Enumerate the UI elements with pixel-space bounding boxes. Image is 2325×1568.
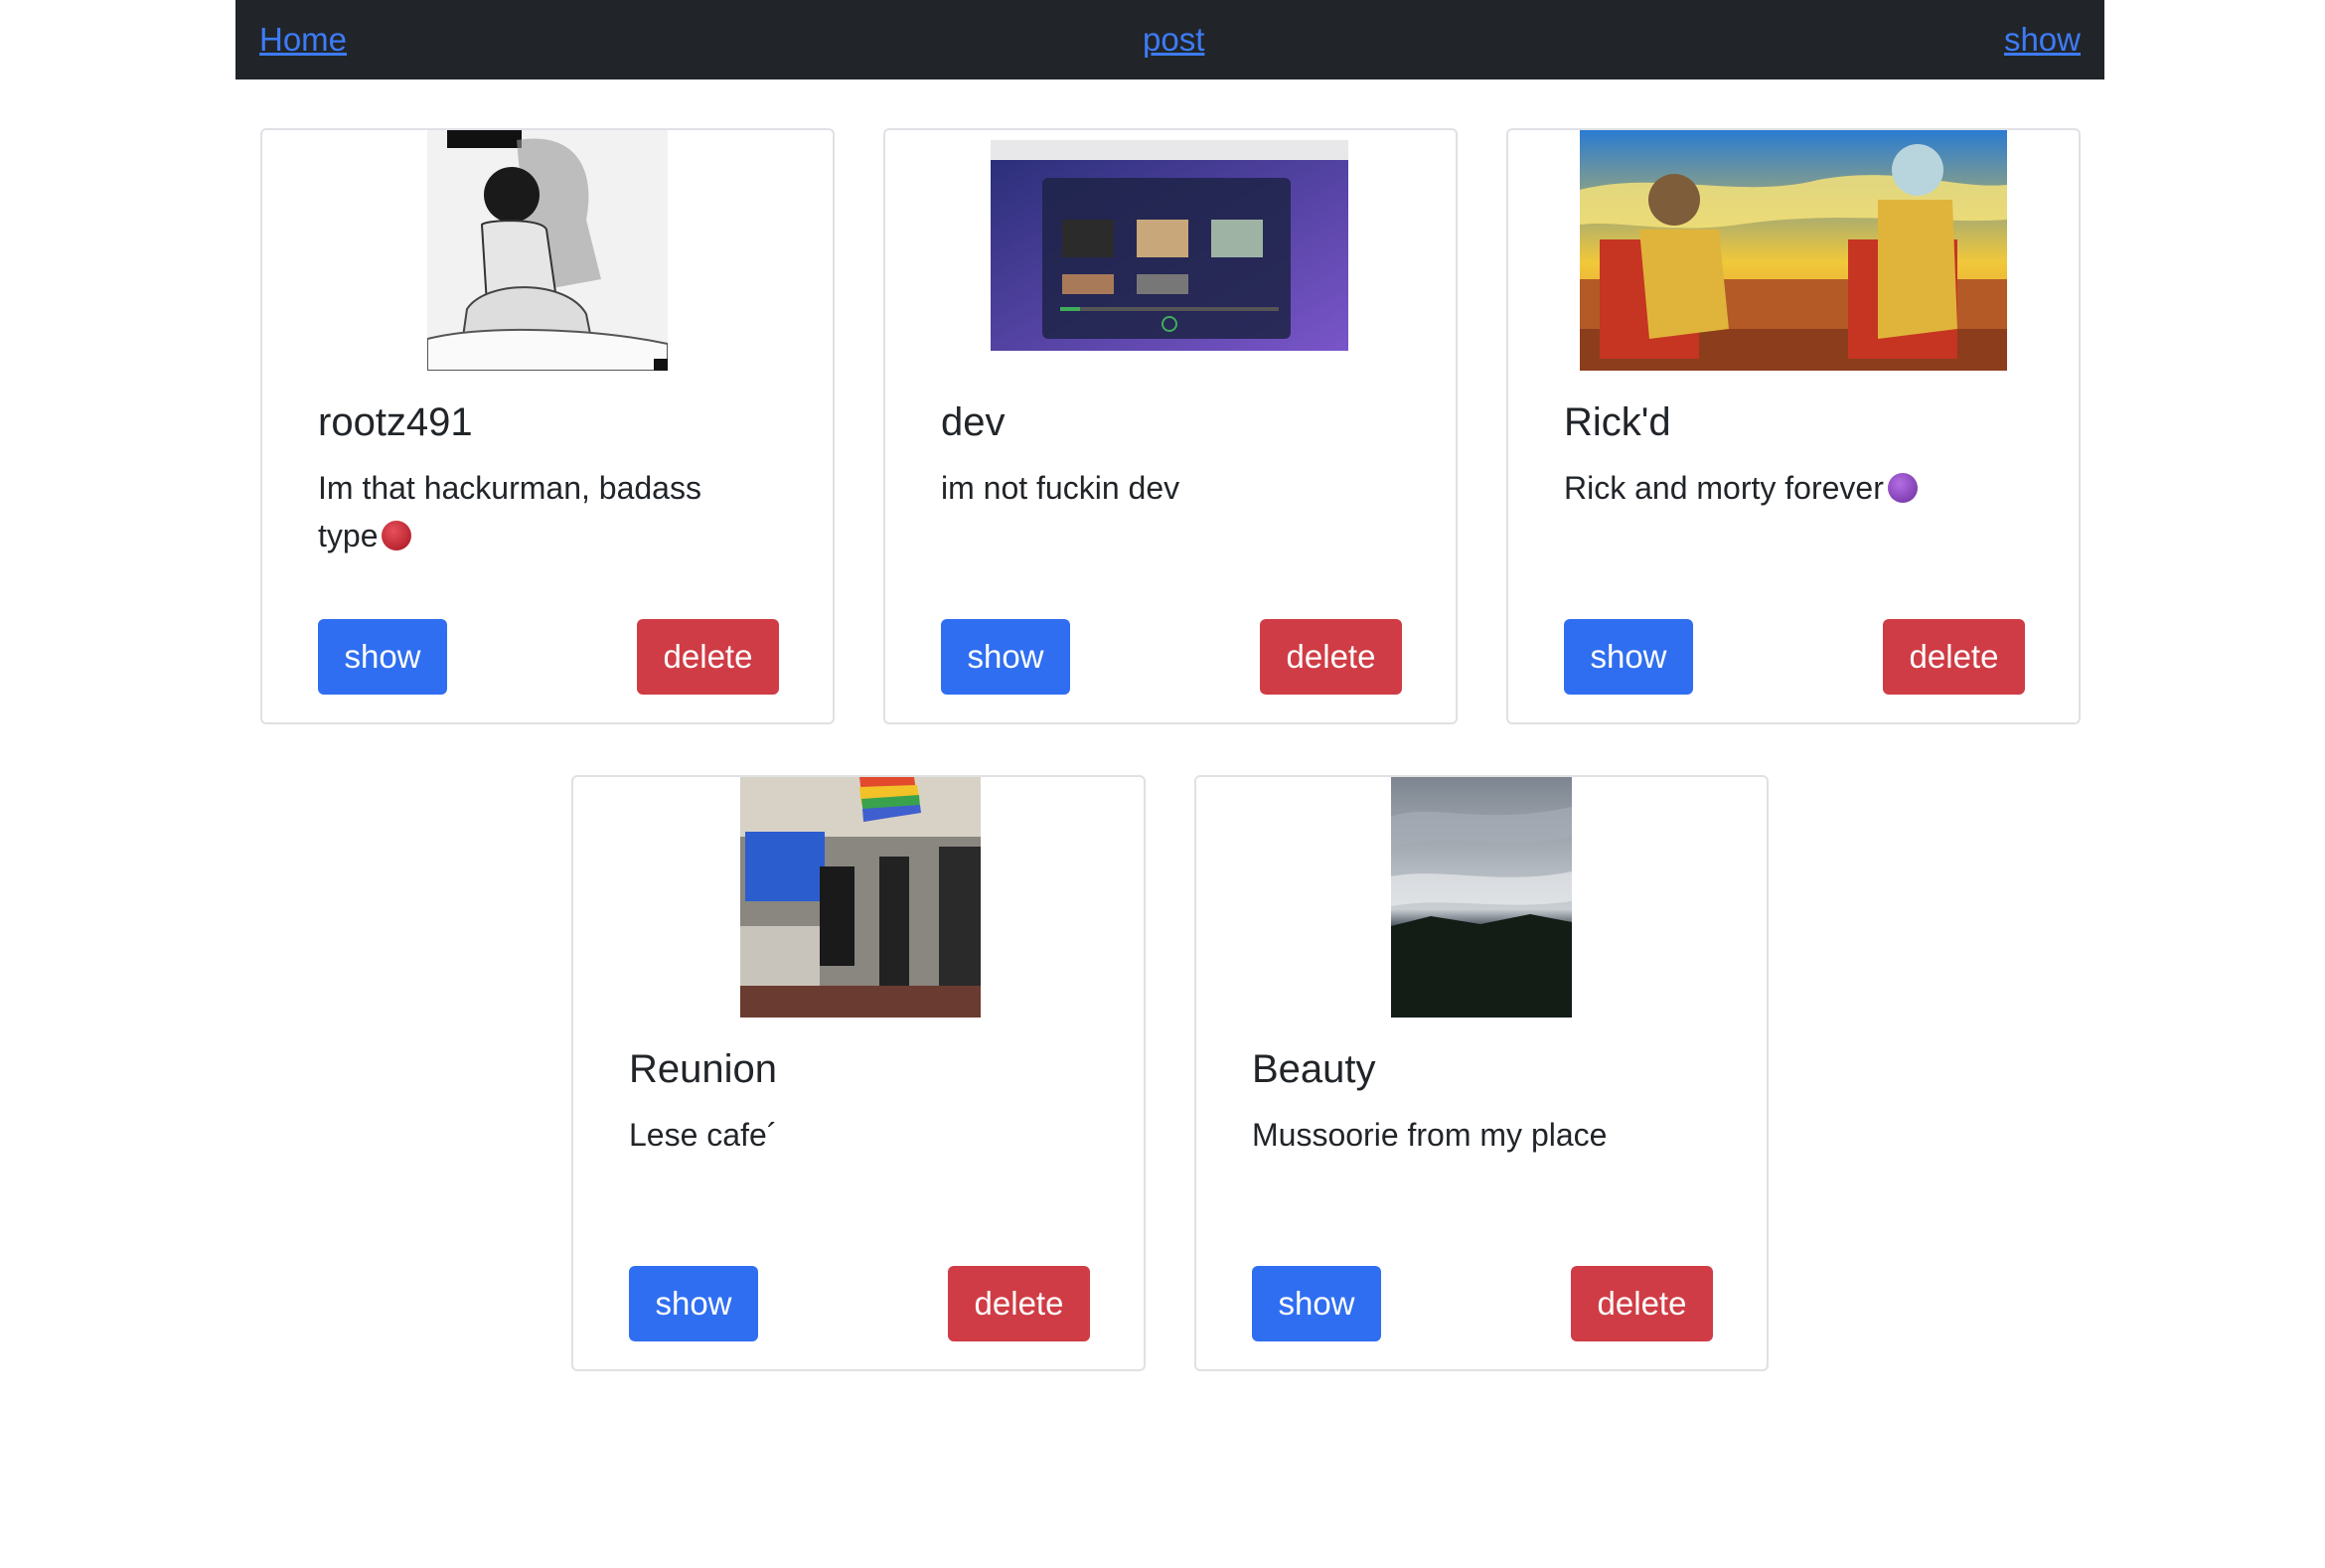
delete-button[interactable]: delete bbox=[637, 619, 779, 695]
delete-button[interactable]: delete bbox=[948, 1266, 1090, 1341]
post-description-text: Mussoorie from my place bbox=[1252, 1117, 1608, 1153]
post-card: Rick'd Rick and morty forever show delet… bbox=[1506, 128, 2081, 724]
post-image bbox=[427, 130, 668, 371]
show-button[interactable]: show bbox=[629, 1266, 758, 1341]
post-image bbox=[1580, 130, 2007, 371]
post-description-text: Lese cafe´ bbox=[629, 1117, 778, 1153]
delete-button[interactable]: delete bbox=[1883, 619, 2025, 695]
post-description: Mussoorie from my place bbox=[1252, 1111, 1689, 1159]
navbar: Home post show bbox=[235, 0, 2104, 79]
purple-devil-emoji-icon bbox=[1887, 473, 1918, 503]
delete-button[interactable]: delete bbox=[1260, 619, 1402, 695]
nav-show-link[interactable]: show bbox=[2004, 20, 2081, 60]
show-button[interactable]: show bbox=[1252, 1266, 1381, 1341]
post-card: Reunion Lese cafe´ show delete bbox=[571, 775, 1146, 1371]
post-description-text: im not fuckin dev bbox=[941, 470, 1180, 506]
post-card: Beauty Mussoorie from my place show dele… bbox=[1194, 775, 1769, 1371]
post-image bbox=[740, 777, 981, 1018]
post-description: im not fuckin dev bbox=[941, 464, 1378, 512]
post-description-text: Rick and morty forever bbox=[1564, 470, 1884, 506]
post-card: rootz491 Im that hackurman, badass type … bbox=[260, 128, 835, 724]
post-description: Im that hackurman, badass type bbox=[318, 464, 755, 559]
show-button[interactable]: show bbox=[318, 619, 447, 695]
post-image bbox=[1391, 777, 1572, 1018]
post-title: rootz491 bbox=[318, 400, 473, 444]
show-button[interactable]: show bbox=[1564, 619, 1693, 695]
post-description: Lese cafe´ bbox=[629, 1111, 1066, 1159]
show-button[interactable]: show bbox=[941, 619, 1070, 695]
post-title: dev bbox=[941, 400, 1006, 444]
post-title: Rick'd bbox=[1564, 400, 1671, 444]
nav-post-link[interactable]: post bbox=[1143, 20, 1204, 60]
post-title: Reunion bbox=[629, 1047, 778, 1091]
post-image bbox=[983, 130, 1360, 371]
post-description: Rick and morty forever bbox=[1564, 464, 2001, 512]
post-description-text: Im that hackurman, badass type bbox=[318, 470, 701, 553]
red-devil-emoji-icon bbox=[382, 521, 412, 550]
delete-button[interactable]: delete bbox=[1571, 1266, 1713, 1341]
post-title: Beauty bbox=[1252, 1047, 1376, 1091]
nav-home-link[interactable]: Home bbox=[259, 20, 347, 60]
post-card: dev im not fuckin dev show delete bbox=[883, 128, 1458, 724]
